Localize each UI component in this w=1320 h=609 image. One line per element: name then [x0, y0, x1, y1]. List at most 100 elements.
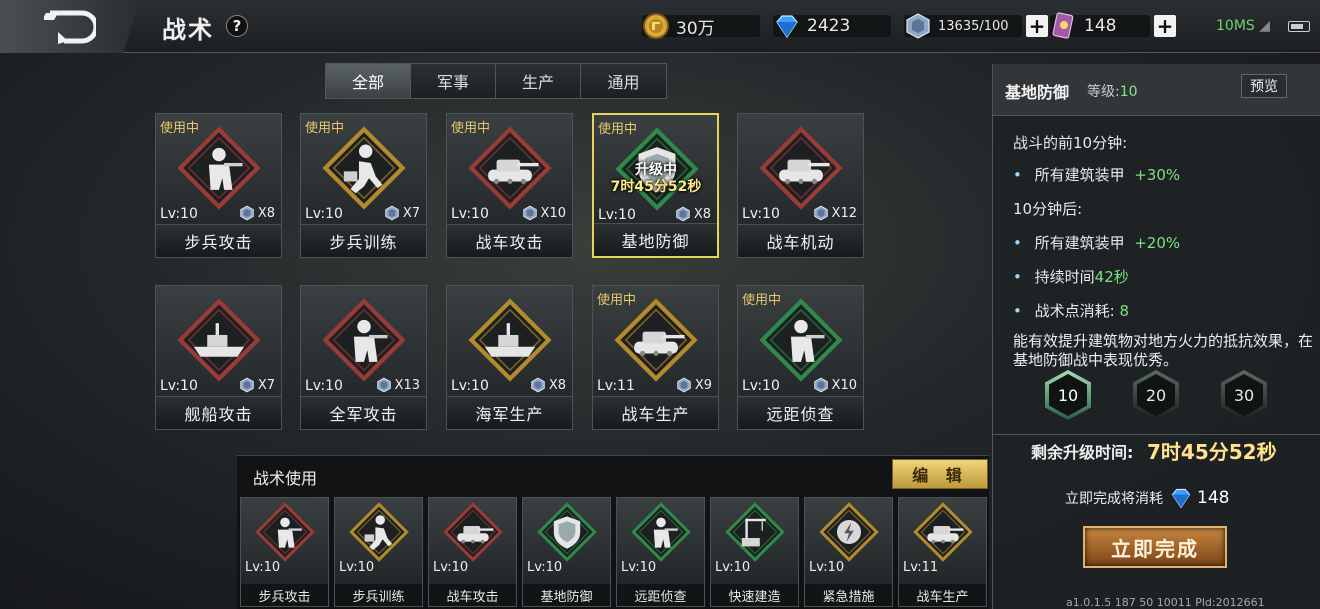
level-30-badge[interactable]: 30 [1221, 370, 1267, 420]
card-cost: X8 [530, 377, 566, 393]
usage-slot[interactable]: Lv:10 战车攻击 [428, 497, 517, 607]
crystal-icon [530, 377, 546, 393]
card-name: 战车生产 [593, 396, 718, 429]
slot-level: Lv:10 [715, 560, 751, 575]
card-cost: X8 [675, 206, 711, 222]
lightning-shield-icon [819, 502, 879, 562]
version-text: a1.0.1.5 187 50 10011 Pld:2012661 [1066, 596, 1265, 609]
detail-panel: 基地防御 等级:10 预览 战斗的前10分钟: 所有建筑装甲 +30% 10分钟… [992, 64, 1320, 609]
detail-description: 能有效提升建筑物对地方火力的抵抗效果，在基地防御战中表现优秀。 [1013, 332, 1314, 369]
card-icon [1052, 12, 1074, 39]
infantry-soldier-icon [177, 126, 261, 210]
usage-slot[interactable]: Lv:10 紧急措施 [804, 497, 893, 607]
crystal-icon [676, 377, 692, 393]
usage-slot[interactable]: Lv:10 远距侦查 [616, 497, 705, 607]
gold-coin-icon [643, 13, 669, 39]
first10-effect: 所有建筑装甲 +30% [1013, 164, 1180, 185]
tactic-card[interactable]: Lv:10 X8 海军生产 [446, 285, 573, 430]
back-button[interactable] [0, 0, 140, 53]
diamond-icon [1171, 488, 1191, 509]
slot-level: Lv:10 [809, 560, 845, 575]
card-name: 步兵训练 [301, 224, 426, 257]
shield-icon [537, 502, 597, 562]
network-latency: 10MS ◢ [1216, 18, 1270, 34]
usage-slot[interactable]: Lv:10 步兵攻击 [240, 497, 329, 607]
card-cost: X8 [239, 205, 275, 221]
tactic-card[interactable]: Lv:10 X13 全军攻击 [300, 285, 427, 430]
card-level: Lv:10 [451, 206, 489, 222]
card-cost: X7 [384, 205, 420, 221]
crystal-icon [906, 13, 930, 39]
usage-slot[interactable]: Lv:10 基地防御 [522, 497, 611, 607]
card-level: Lv:10 [305, 378, 343, 394]
filter-tabs: 全部 军事 生产 通用 [325, 63, 667, 99]
edit-button[interactable]: 编 辑 [892, 459, 988, 489]
slot-name: 紧急措施 [805, 584, 892, 606]
card-level: Lv:10 [160, 206, 198, 222]
in-use-tag: 使用中 [160, 121, 200, 136]
usage-slot[interactable]: Lv:10 快速建造 [710, 497, 799, 607]
slot-level: Lv:10 [339, 560, 375, 575]
card-resource: 148 + [1050, 12, 1176, 40]
tab-production[interactable]: 生产 [496, 64, 581, 98]
tactic-card[interactable]: Lv:10 X12 战车机动 [737, 113, 864, 258]
slot-level: Lv:10 [527, 560, 563, 575]
tactic-card[interactable]: 使用中 Lv:10 X10 战车攻击 [446, 113, 573, 258]
crystal-icon [675, 206, 691, 222]
card-cost: X10 [813, 377, 857, 393]
diamond-icon [776, 15, 798, 39]
infantry-soldier-icon [255, 502, 315, 562]
usage-slot[interactable]: Lv:10 步兵训练 [334, 497, 423, 607]
slot-name: 基地防御 [523, 584, 610, 606]
usage-title: 战术使用 [253, 469, 318, 488]
level-20-badge[interactable]: 20 [1133, 370, 1179, 420]
slot-level: Lv:11 [903, 560, 939, 575]
slot-name: 步兵训练 [335, 584, 422, 606]
warship-icon [177, 298, 261, 382]
finish-now-button[interactable]: 立即完成 [1083, 526, 1227, 568]
scout-soldier-icon [759, 298, 843, 382]
tank-production-icon [614, 298, 698, 382]
add-card-button[interactable]: + [1154, 14, 1176, 38]
crystal-icon [239, 377, 255, 393]
slot-name: 快速建造 [711, 584, 798, 606]
add-crystal-button[interactable]: + [1026, 14, 1048, 38]
tactic-card[interactable]: 使用中 Lv:10 X8 步兵攻击 [155, 113, 282, 258]
diamond-resource: 2423 [773, 12, 891, 40]
tab-all[interactable]: 全部 [326, 64, 411, 98]
tab-military[interactable]: 军事 [411, 64, 496, 98]
finish-cost: 立即完成将消耗 148 [1065, 488, 1230, 509]
card-level: Lv:10 [305, 206, 343, 222]
help-button[interactable]: ? [226, 15, 248, 37]
usage-slot[interactable]: Lv:11 战车生产 [898, 497, 987, 607]
scout-soldier-icon [631, 502, 691, 562]
crystal-icon [376, 377, 392, 393]
running-soldier-icon [349, 502, 409, 562]
tactic-card[interactable]: 使用中 升级中 7时45分52秒 Lv:10 X8 基地防御 [592, 113, 719, 258]
in-use-tag: 使用中 [597, 293, 637, 308]
tactic-card[interactable]: 使用中 Lv:10 X7 步兵训练 [300, 113, 427, 258]
card-name: 基地防御 [594, 223, 717, 256]
tab-general[interactable]: 通用 [581, 64, 666, 98]
card-name: 战车攻击 [447, 224, 572, 257]
level-10-badge[interactable]: 10 [1045, 370, 1091, 420]
card-level: Lv:10 [160, 378, 198, 394]
naval-production-icon [468, 298, 552, 382]
detail-header: 基地防御 等级:10 预览 [993, 64, 1320, 116]
gold-resource: 30万 [642, 12, 760, 40]
tank-attack-icon [468, 126, 552, 210]
tank-attack-icon [443, 502, 503, 562]
tactic-card[interactable]: Lv:10 X7 舰船攻击 [155, 285, 282, 430]
tactic-card[interactable]: 使用中 Lv:10 X10 远距侦查 [737, 285, 864, 430]
card-cost: X10 [522, 205, 566, 221]
card-level: Lv:10 [598, 207, 636, 223]
detail-level: 等级:10 [1087, 84, 1138, 100]
after10-effect: 所有建筑装甲 +20% [1013, 232, 1180, 253]
tactic-card[interactable]: 使用中 Lv:11 X9 战车生产 [592, 285, 719, 430]
preview-button[interactable]: 预览 [1241, 74, 1287, 98]
after10-heading: 10分钟后: [1013, 200, 1083, 218]
crystal-icon [384, 205, 400, 221]
in-use-tag: 使用中 [742, 293, 782, 308]
battery-icon [1288, 21, 1310, 32]
card-name: 舰船攻击 [156, 396, 281, 429]
